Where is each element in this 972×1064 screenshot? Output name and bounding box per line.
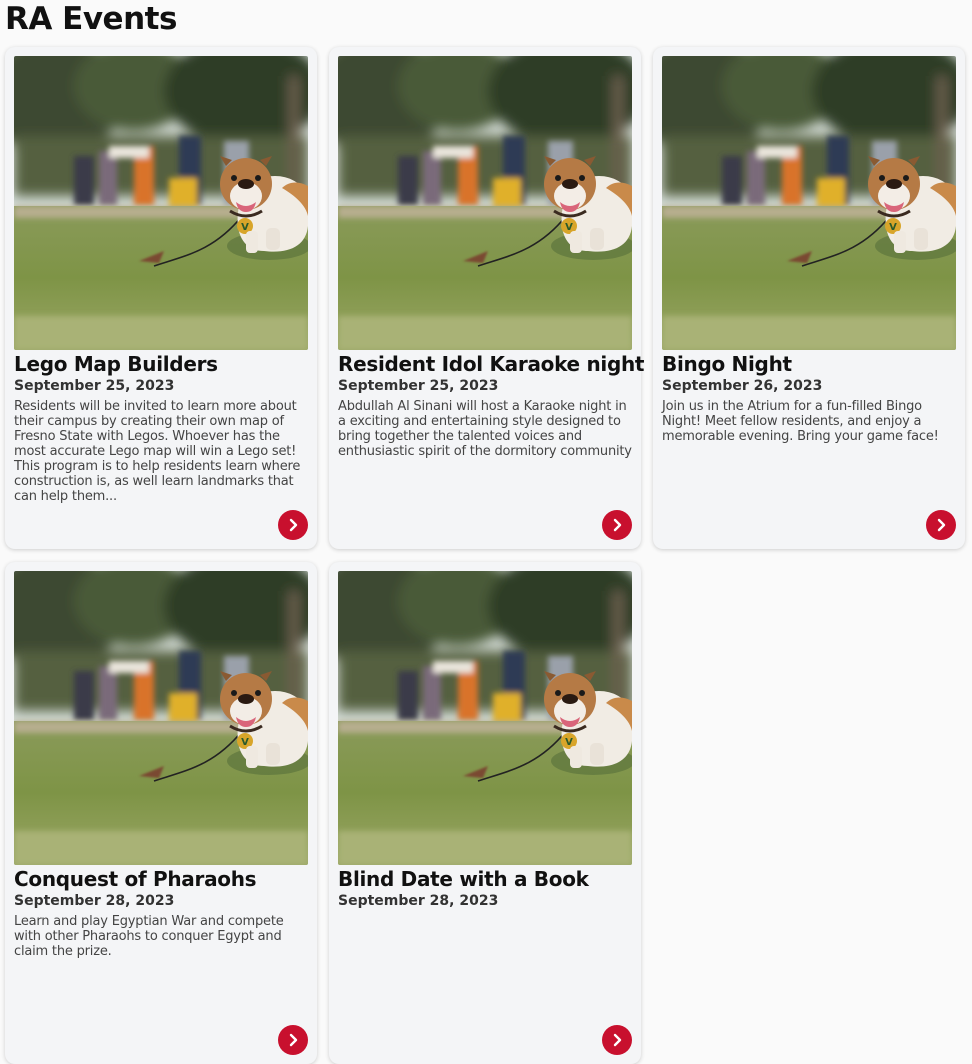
event-title: Lego Map Builders <box>14 352 218 376</box>
chevron-right-icon <box>613 518 622 532</box>
event-card[interactable]: Blind Date with a Book September 28, 202… <box>329 562 641 1064</box>
chevron-right-icon <box>613 1033 622 1047</box>
event-description: Residents will be invited to learn more … <box>14 399 301 504</box>
event-description: Abdullah Al Sinani will host a Karaoke n… <box>338 399 632 459</box>
event-date: September 25, 2023 <box>14 378 175 394</box>
bulldog-photo-icon <box>338 571 632 865</box>
bulldog-photo-icon <box>662 56 956 350</box>
event-card[interactable]: Lego Map Builders September 25, 2023 Res… <box>5 47 317 549</box>
event-date: September 28, 2023 <box>14 893 175 909</box>
event-title: Blind Date with a Book <box>338 867 589 891</box>
view-event-button[interactable] <box>278 510 308 540</box>
chevron-right-icon <box>937 518 946 532</box>
event-title: Conquest of Pharaohs <box>14 867 257 891</box>
event-photo <box>338 56 632 350</box>
event-photo <box>14 571 308 865</box>
event-title: Resident Idol Karaoke night <box>338 352 645 376</box>
event-description: Learn and play Egyptian War and compete … <box>14 914 284 959</box>
view-event-button[interactable] <box>602 1025 632 1055</box>
event-photo <box>338 571 632 865</box>
chevron-right-icon <box>289 518 298 532</box>
event-card[interactable]: Resident Idol Karaoke night September 25… <box>329 47 645 549</box>
view-event-button[interactable] <box>926 510 956 540</box>
event-card[interactable]: Bingo Night September 26, 2023 Join us i… <box>653 47 965 549</box>
view-event-button[interactable] <box>278 1025 308 1055</box>
bulldog-photo-icon <box>14 571 308 865</box>
view-event-button[interactable] <box>602 510 632 540</box>
event-date: September 26, 2023 <box>662 378 823 394</box>
bulldog-photo-icon <box>14 56 308 350</box>
event-date: September 28, 2023 <box>338 893 499 909</box>
event-title: Bingo Night <box>662 352 792 376</box>
event-date: September 25, 2023 <box>338 378 499 394</box>
chevron-right-icon <box>289 1033 298 1047</box>
bulldog-photo-icon <box>338 56 632 350</box>
event-card[interactable]: Conquest of Pharaohs September 28, 2023 … <box>5 562 317 1064</box>
event-description: Join us in the Atrium for a fun-filled B… <box>662 399 939 444</box>
page-title: RA Events <box>5 1 177 37</box>
event-photo <box>14 56 308 350</box>
event-photo <box>662 56 956 350</box>
